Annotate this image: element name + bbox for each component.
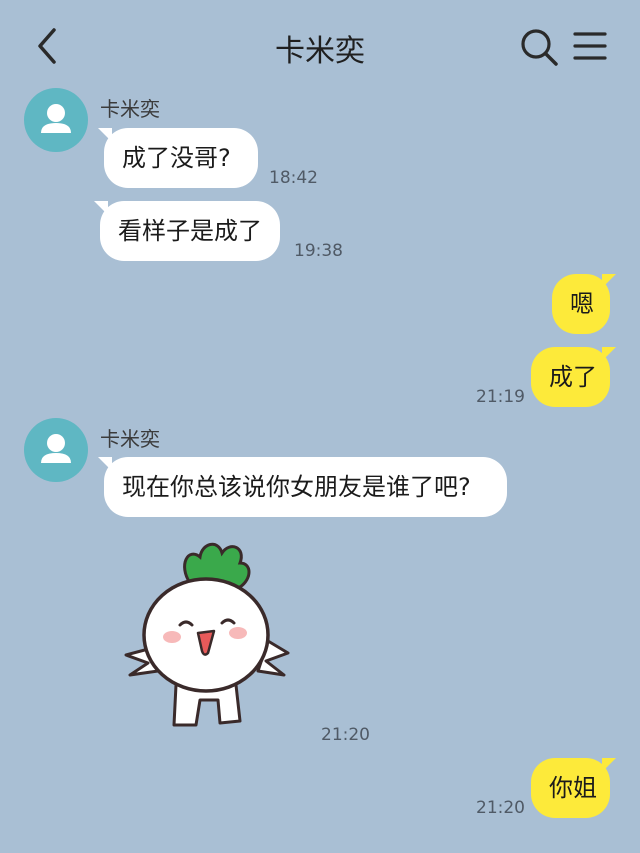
message-bubble-outgoing[interactable]: 嗯 [552, 274, 616, 334]
message-bubble-incoming[interactable]: 成了没哥? [98, 128, 258, 188]
person-icon [41, 104, 71, 133]
search-icon [521, 29, 558, 66]
hamburger-menu-icon [573, 32, 607, 60]
radish-character-image [124, 542, 290, 727]
radish-sticker[interactable] [118, 535, 293, 735]
menu-button[interactable] [572, 28, 608, 64]
message-time: 21:20 [321, 725, 370, 745]
message-time: 21:19 [476, 387, 525, 407]
message-bubble-incoming[interactable]: 现在你总该说你女朋友是谁了吧? [98, 457, 507, 517]
contact-avatar[interactable] [24, 418, 88, 482]
chat-header: 卡米奕 [0, 0, 640, 92]
contact-avatar[interactable] [24, 88, 88, 152]
message-bubble-outgoing[interactable]: 成了 [531, 347, 616, 407]
message-time: 19:38 [294, 241, 343, 261]
search-button[interactable] [518, 26, 560, 68]
message-bubble-outgoing[interactable]: 你姐 [531, 758, 616, 818]
message-time: 18:42 [269, 168, 318, 188]
sender-name: 卡米奕 [100, 427, 160, 451]
message-time: 21:20 [476, 798, 525, 818]
person-icon [41, 434, 71, 463]
sender-name: 卡米奕 [100, 97, 160, 121]
message-bubble-incoming[interactable]: 看样子是成了 [94, 201, 280, 261]
